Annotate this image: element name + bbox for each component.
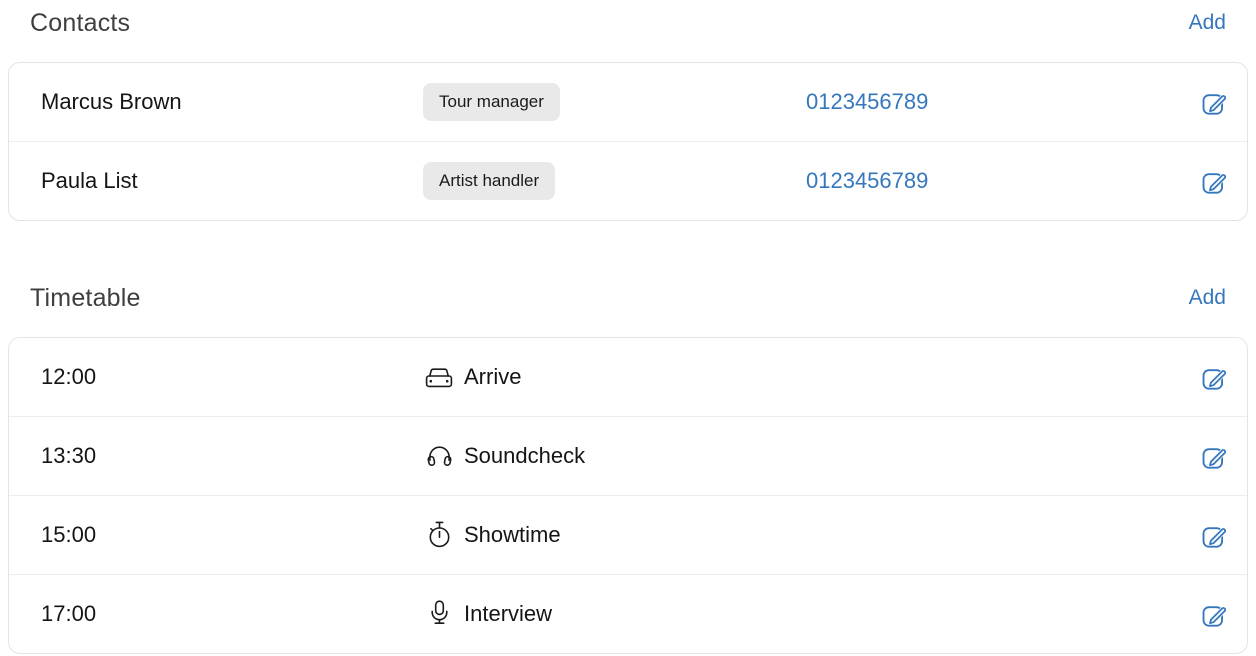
timetable-label: Showtime [464, 522, 561, 548]
microphone-icon [423, 599, 455, 629]
timetable-row: 15:00 Showtime [9, 495, 1247, 574]
timetable-event: Interview [423, 599, 1199, 629]
timetable-title: Timetable [30, 284, 141, 313]
contact-phone-link[interactable]: 0123456789 [806, 168, 928, 193]
timetable-card: 12:00Arrive13:30Soundcheck15:00Showtime1… [8, 337, 1248, 654]
timetable-row: 12:00 Arrive [9, 338, 1247, 416]
edit-contact-button[interactable] [1199, 166, 1229, 196]
headphones-icon [423, 441, 455, 471]
add-timetable-button[interactable]: Add [1189, 286, 1226, 310]
edit-icon [1200, 88, 1229, 117]
contact-phone-cell: 0123456789 [806, 89, 1199, 115]
edit-timetable-button[interactable] [1199, 599, 1229, 629]
edit-icon [1200, 600, 1229, 629]
contacts-card: Marcus BrownTour manager0123456789Paula … [8, 62, 1248, 221]
contacts-section: Contacts Add Marcus BrownTour manager 012… [0, 8, 1256, 221]
timetable-header: Timetable Add [0, 283, 1256, 313]
contact-name: Marcus Brown [41, 89, 423, 115]
timetable-event: Showtime [423, 520, 1199, 550]
contact-name: Paula List [41, 168, 423, 194]
timetable-event: Soundcheck [423, 441, 1199, 471]
timetable-label: Interview [464, 601, 552, 627]
timetable-time: 15:00 [41, 522, 423, 548]
contact-role-cell: Tour manager [423, 83, 806, 121]
timetable-event: Arrive [423, 362, 1199, 392]
edit-timetable-button[interactable] [1199, 441, 1229, 471]
timetable-row: 17:00 Interview [9, 574, 1247, 653]
edit-icon [1200, 442, 1229, 471]
car-icon [423, 362, 455, 392]
timetable-label: Arrive [464, 364, 521, 390]
contact-row: Paula ListArtist handler 0123456789 [9, 141, 1247, 220]
edit-timetable-button[interactable] [1199, 362, 1229, 392]
contact-phone-cell: 0123456789 [806, 168, 1199, 194]
timetable-time: 12:00 [41, 364, 423, 390]
add-contact-button[interactable]: Add [1189, 11, 1226, 35]
timetable-time: 17:00 [41, 601, 423, 627]
edit-contact-button[interactable] [1199, 87, 1229, 117]
timetable-time: 13:30 [41, 443, 423, 469]
edit-icon [1200, 363, 1229, 392]
stopwatch-icon [423, 520, 455, 550]
timetable-label: Soundcheck [464, 443, 585, 469]
contact-role-badge: Tour manager [423, 83, 560, 121]
contact-role-badge: Artist handler [423, 162, 555, 200]
edit-timetable-button[interactable] [1199, 520, 1229, 550]
contact-role-cell: Artist handler [423, 162, 806, 200]
event-detail-page: Contacts Add Marcus BrownTour manager 012… [0, 0, 1256, 654]
timetable-section: Timetable Add 12:00 Arrive 13:30 Soundcheck… [0, 283, 1256, 654]
contact-row: Marcus BrownTour manager 0123456789 [9, 63, 1247, 141]
edit-icon [1200, 521, 1229, 550]
contact-phone-link[interactable]: 0123456789 [806, 89, 928, 114]
edit-icon [1200, 167, 1229, 196]
contacts-header: Contacts Add [0, 8, 1256, 38]
contacts-title: Contacts [30, 9, 130, 38]
timetable-row: 13:30 Soundcheck [9, 416, 1247, 495]
